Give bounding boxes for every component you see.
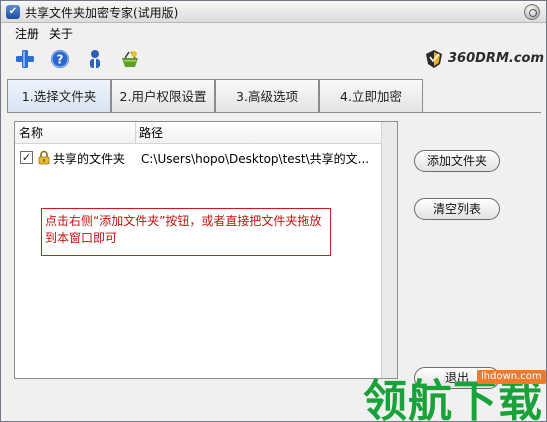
- clear-list-button[interactable]: 清空列表: [414, 198, 500, 220]
- menu-register[interactable]: 注册: [15, 25, 39, 42]
- drag-hint-note: 点击右侧“添加文件夹”按钮，或者直接把文件夹拖放到本窗口即可: [41, 208, 331, 256]
- tab-strip: 1.选择文件夹 2.用户权限设置 3.高级选项 4.立即加密: [7, 79, 527, 113]
- tab-encrypt-now[interactable]: 4.立即加密: [319, 79, 423, 112]
- row-checkbox[interactable]: ✓: [20, 151, 33, 164]
- help-icon[interactable]: ?: [49, 48, 71, 70]
- lock-icon: [38, 150, 50, 165]
- title-bar[interactable]: ✔ 共享文件夹加密专家(试用版): [1, 1, 546, 23]
- list-header: 名称 路径: [15, 122, 382, 144]
- app-window: ✔ 共享文件夹加密专家(试用版) 注册 关于 ? 360DRM.com 1.选择…: [0, 0, 547, 422]
- shield-app-icon: ✔: [6, 5, 20, 19]
- row-path: C:\Users\hopo\Desktop\test\共享的文...: [141, 152, 370, 166]
- list-item[interactable]: ✓ 共享的文件夹 C:\Users\hopo\Desktop\test\共享的文…: [15, 148, 382, 168]
- add-icon[interactable]: [14, 48, 36, 70]
- tab-user-permissions[interactable]: 2.用户权限设置: [111, 79, 215, 112]
- basket-icon[interactable]: [119, 48, 141, 70]
- menu-about[interactable]: 关于: [49, 25, 73, 42]
- svg-text:?: ?: [57, 53, 64, 67]
- tab-select-folder[interactable]: 1.选择文件夹: [7, 79, 111, 112]
- list-scrollbar[interactable]: [381, 122, 397, 378]
- logo-text: 360DRM.com: [448, 51, 544, 66]
- brand-logo: 360DRM.com: [424, 48, 544, 72]
- column-path[interactable]: 路径: [135, 122, 375, 144]
- column-name[interactable]: 名称: [15, 122, 135, 144]
- logo-shield-icon: [426, 50, 442, 68]
- toolbar: ? 360DRM.com: [1, 45, 546, 73]
- user-icon[interactable]: [84, 48, 106, 70]
- menu-bar: 注册 关于: [1, 23, 546, 43]
- tab-advanced-options[interactable]: 3.高级选项: [215, 79, 319, 112]
- row-name: 共享的文件夹: [53, 152, 126, 166]
- close-button[interactable]: [524, 4, 540, 20]
- window-title: 共享文件夹加密专家(试用版): [25, 6, 179, 20]
- add-folder-button[interactable]: 添加文件夹: [414, 150, 500, 172]
- watermark-url: lhdown.com: [477, 370, 546, 384]
